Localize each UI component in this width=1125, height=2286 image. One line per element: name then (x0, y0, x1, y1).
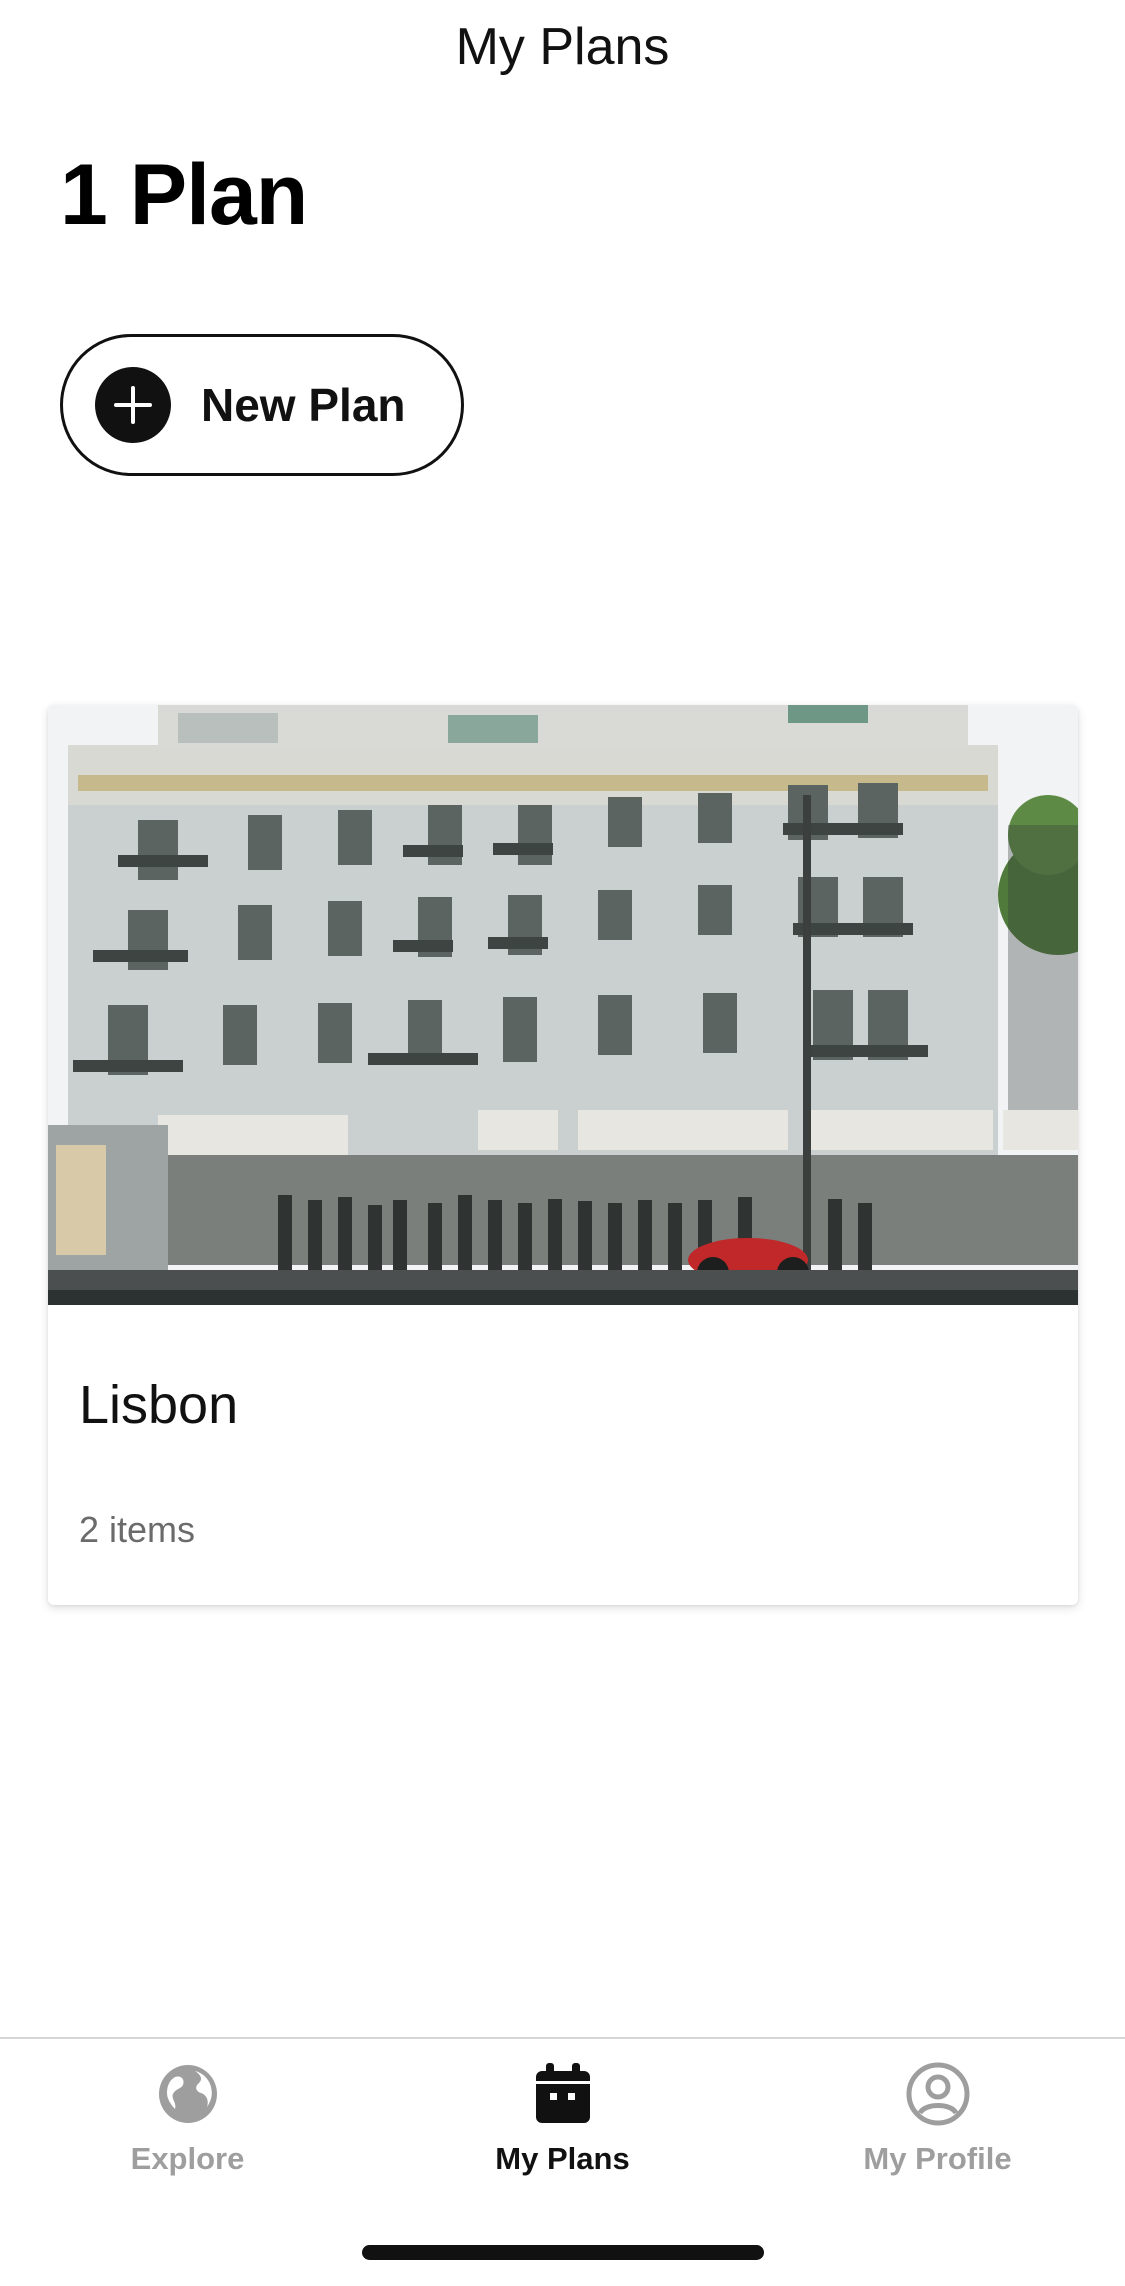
profile-icon (905, 2061, 971, 2127)
plus-icon (95, 367, 171, 443)
tab-my-profile[interactable]: My Profile (750, 2061, 1125, 2201)
home-indicator (362, 2245, 764, 2260)
page-title: My Plans (455, 18, 670, 76)
plan-item-count: 2 items (79, 1509, 196, 1550)
plan-card[interactable]: Lisbon 2 items (48, 705, 1078, 1605)
globe-icon (155, 2061, 221, 2127)
tab-explore-label: Explore (130, 2141, 245, 2176)
tab-explore[interactable]: Explore (0, 2061, 375, 2201)
plan-cover-image (48, 705, 1078, 1305)
tab-my-plans-label: My Plans (495, 2141, 630, 2176)
tab-my-profile-label: My Profile (863, 2141, 1012, 2176)
new-plan-button[interactable]: New Plan (60, 334, 464, 476)
plan-title: Lisbon (79, 1375, 239, 1435)
tab-my-plans[interactable]: My Plans (375, 2061, 750, 2201)
calendar-icon (530, 2061, 596, 2127)
new-plan-label: New Plan (201, 379, 406, 431)
plan-count-heading: 1 Plan (60, 147, 308, 243)
